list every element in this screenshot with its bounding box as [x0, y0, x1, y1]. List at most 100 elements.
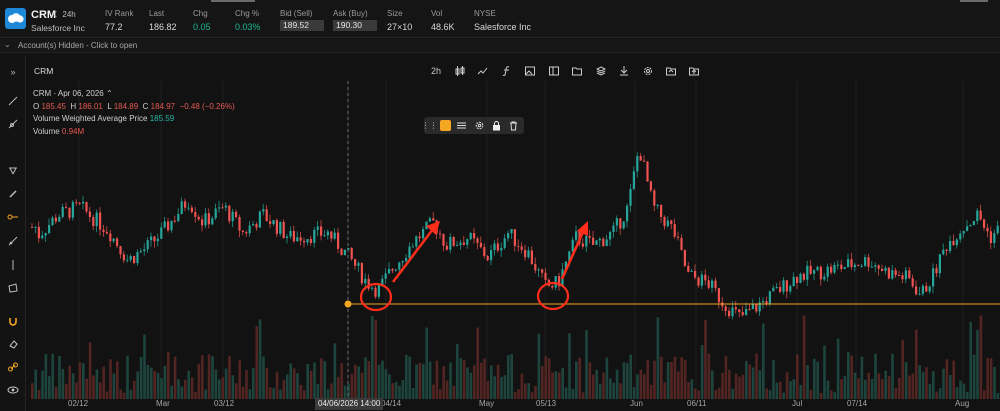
volume-bar: [884, 370, 887, 399]
volume-bar: [537, 333, 541, 399]
horizontal-ray-icon[interactable]: [4, 210, 22, 224]
image-icon[interactable]: [522, 63, 538, 79]
volume-bar: [99, 382, 102, 399]
layers-icon[interactable]: [593, 63, 609, 79]
volume-bar: [908, 375, 911, 399]
rectangle-icon[interactable]: [4, 281, 22, 295]
expand-icon[interactable]: »: [4, 65, 22, 79]
candle: [996, 225, 999, 234]
volume-bar: [796, 354, 799, 399]
vertical-line-icon[interactable]: [4, 258, 22, 272]
volume-bar: [853, 372, 857, 399]
candle: [445, 245, 448, 250]
volume-bar: [921, 371, 925, 399]
eye-icon[interactable]: [4, 383, 22, 397]
volume-bar: [357, 366, 360, 399]
legend-title-row[interactable]: CRM · Apr 06, 2026 ⌃: [33, 88, 235, 101]
volume-bar: [911, 373, 915, 399]
legend-low: 184.89: [113, 101, 139, 111]
chart-symbol-tab[interactable]: CRM: [34, 66, 53, 76]
candle: [911, 278, 914, 287]
candle: [588, 235, 591, 238]
candle: [262, 209, 265, 212]
candles-icon[interactable]: [452, 63, 468, 79]
volume-bar: [918, 365, 921, 399]
ray-icon[interactable]: [4, 117, 22, 131]
candle: [116, 238, 119, 246]
annotation-arrow-1[interactable]: [392, 228, 434, 283]
candle: [469, 233, 472, 240]
candle: [870, 266, 873, 268]
volume-bar: [350, 374, 354, 399]
folder-icon[interactable]: [569, 63, 585, 79]
candle: [680, 237, 683, 250]
magnet-icon[interactable]: [4, 314, 22, 328]
volume-bar: [588, 362, 592, 399]
pitchfork-icon[interactable]: [4, 164, 22, 178]
layout-icon[interactable]: [546, 63, 562, 79]
lock-icon[interactable]: [491, 120, 502, 131]
legend-volume-row[interactable]: Volume 0.94M: [33, 126, 235, 139]
candle: [88, 211, 91, 217]
indicators-icon[interactable]: [475, 63, 491, 79]
line-style-icon[interactable]: [456, 120, 467, 131]
settings-icon[interactable]: [640, 63, 656, 79]
extended-line-icon[interactable]: [4, 234, 22, 248]
volume-bar: [102, 366, 105, 399]
color-swatch[interactable]: [440, 120, 451, 131]
trash-icon[interactable]: [508, 120, 519, 131]
timeframe-badge[interactable]: ☾ 24h: [53, 10, 76, 19]
volume-bar: [211, 356, 214, 399]
volume-bar: [904, 362, 908, 399]
volume-bar: [65, 384, 68, 399]
legend-vwap-row[interactable]: Volume Weighted Average Price 185.59: [33, 113, 235, 126]
candle: [500, 247, 503, 251]
candle: [44, 232, 47, 236]
volume-bar: [435, 360, 439, 399]
download-icon[interactable]: [616, 63, 632, 79]
chg-value: 0.05: [193, 22, 211, 32]
tab-indicator: [960, 0, 988, 2]
volume-bar: [388, 374, 391, 399]
candle: [184, 201, 187, 208]
bid-value[interactable]: 189.52: [280, 20, 324, 31]
accounts-bar[interactable]: ⌄ Account(s) Hidden - Click to open: [0, 39, 1000, 53]
candle: [479, 242, 482, 248]
volume-bar: [932, 371, 935, 399]
volume-bar: [612, 382, 615, 399]
open-folder-icon[interactable]: [663, 63, 679, 79]
support-line-anchor[interactable]: [344, 300, 352, 308]
drag-handle-icon[interactable]: ⋮⋮: [422, 120, 438, 131]
ask-value[interactable]: 190.30: [333, 20, 377, 31]
volume-bar: [116, 361, 119, 399]
trendline-icon[interactable]: [4, 94, 22, 108]
volume-bar: [605, 357, 609, 399]
interval-selector[interactable]: 2h: [428, 63, 444, 79]
volume-bar: [860, 356, 864, 399]
function-icon[interactable]: [499, 63, 515, 79]
candle: [252, 224, 255, 226]
candle: [167, 221, 170, 231]
ask-label: Ask (Buy): [333, 9, 368, 18]
volume-bar: [915, 329, 918, 399]
volume-bar: [993, 366, 996, 399]
candle: [513, 229, 516, 246]
link-icon[interactable]: [4, 360, 22, 374]
x-axis[interactable]: 02/12 Mar 03/12 04/14 May 05/13 Jun 06/1…: [27, 398, 1000, 411]
volume-bar: [235, 383, 238, 399]
eraser-icon[interactable]: [4, 337, 22, 351]
candle: [78, 202, 81, 204]
volume-bar: [68, 365, 71, 399]
volume-bar: [184, 379, 187, 399]
vwap-label: Volume Weighted Average Price: [33, 114, 148, 124]
volume-bar: [949, 374, 952, 399]
candle: [840, 264, 843, 270]
candle: [153, 236, 156, 242]
caret-up-icon[interactable]: ⌃: [106, 89, 113, 98]
volume-bar: [649, 384, 653, 399]
volume-bar: [177, 379, 180, 399]
brush-icon[interactable]: [4, 187, 22, 201]
upload-folder-icon[interactable]: [686, 63, 702, 79]
candle: [813, 270, 816, 274]
settings-icon[interactable]: [474, 120, 485, 131]
